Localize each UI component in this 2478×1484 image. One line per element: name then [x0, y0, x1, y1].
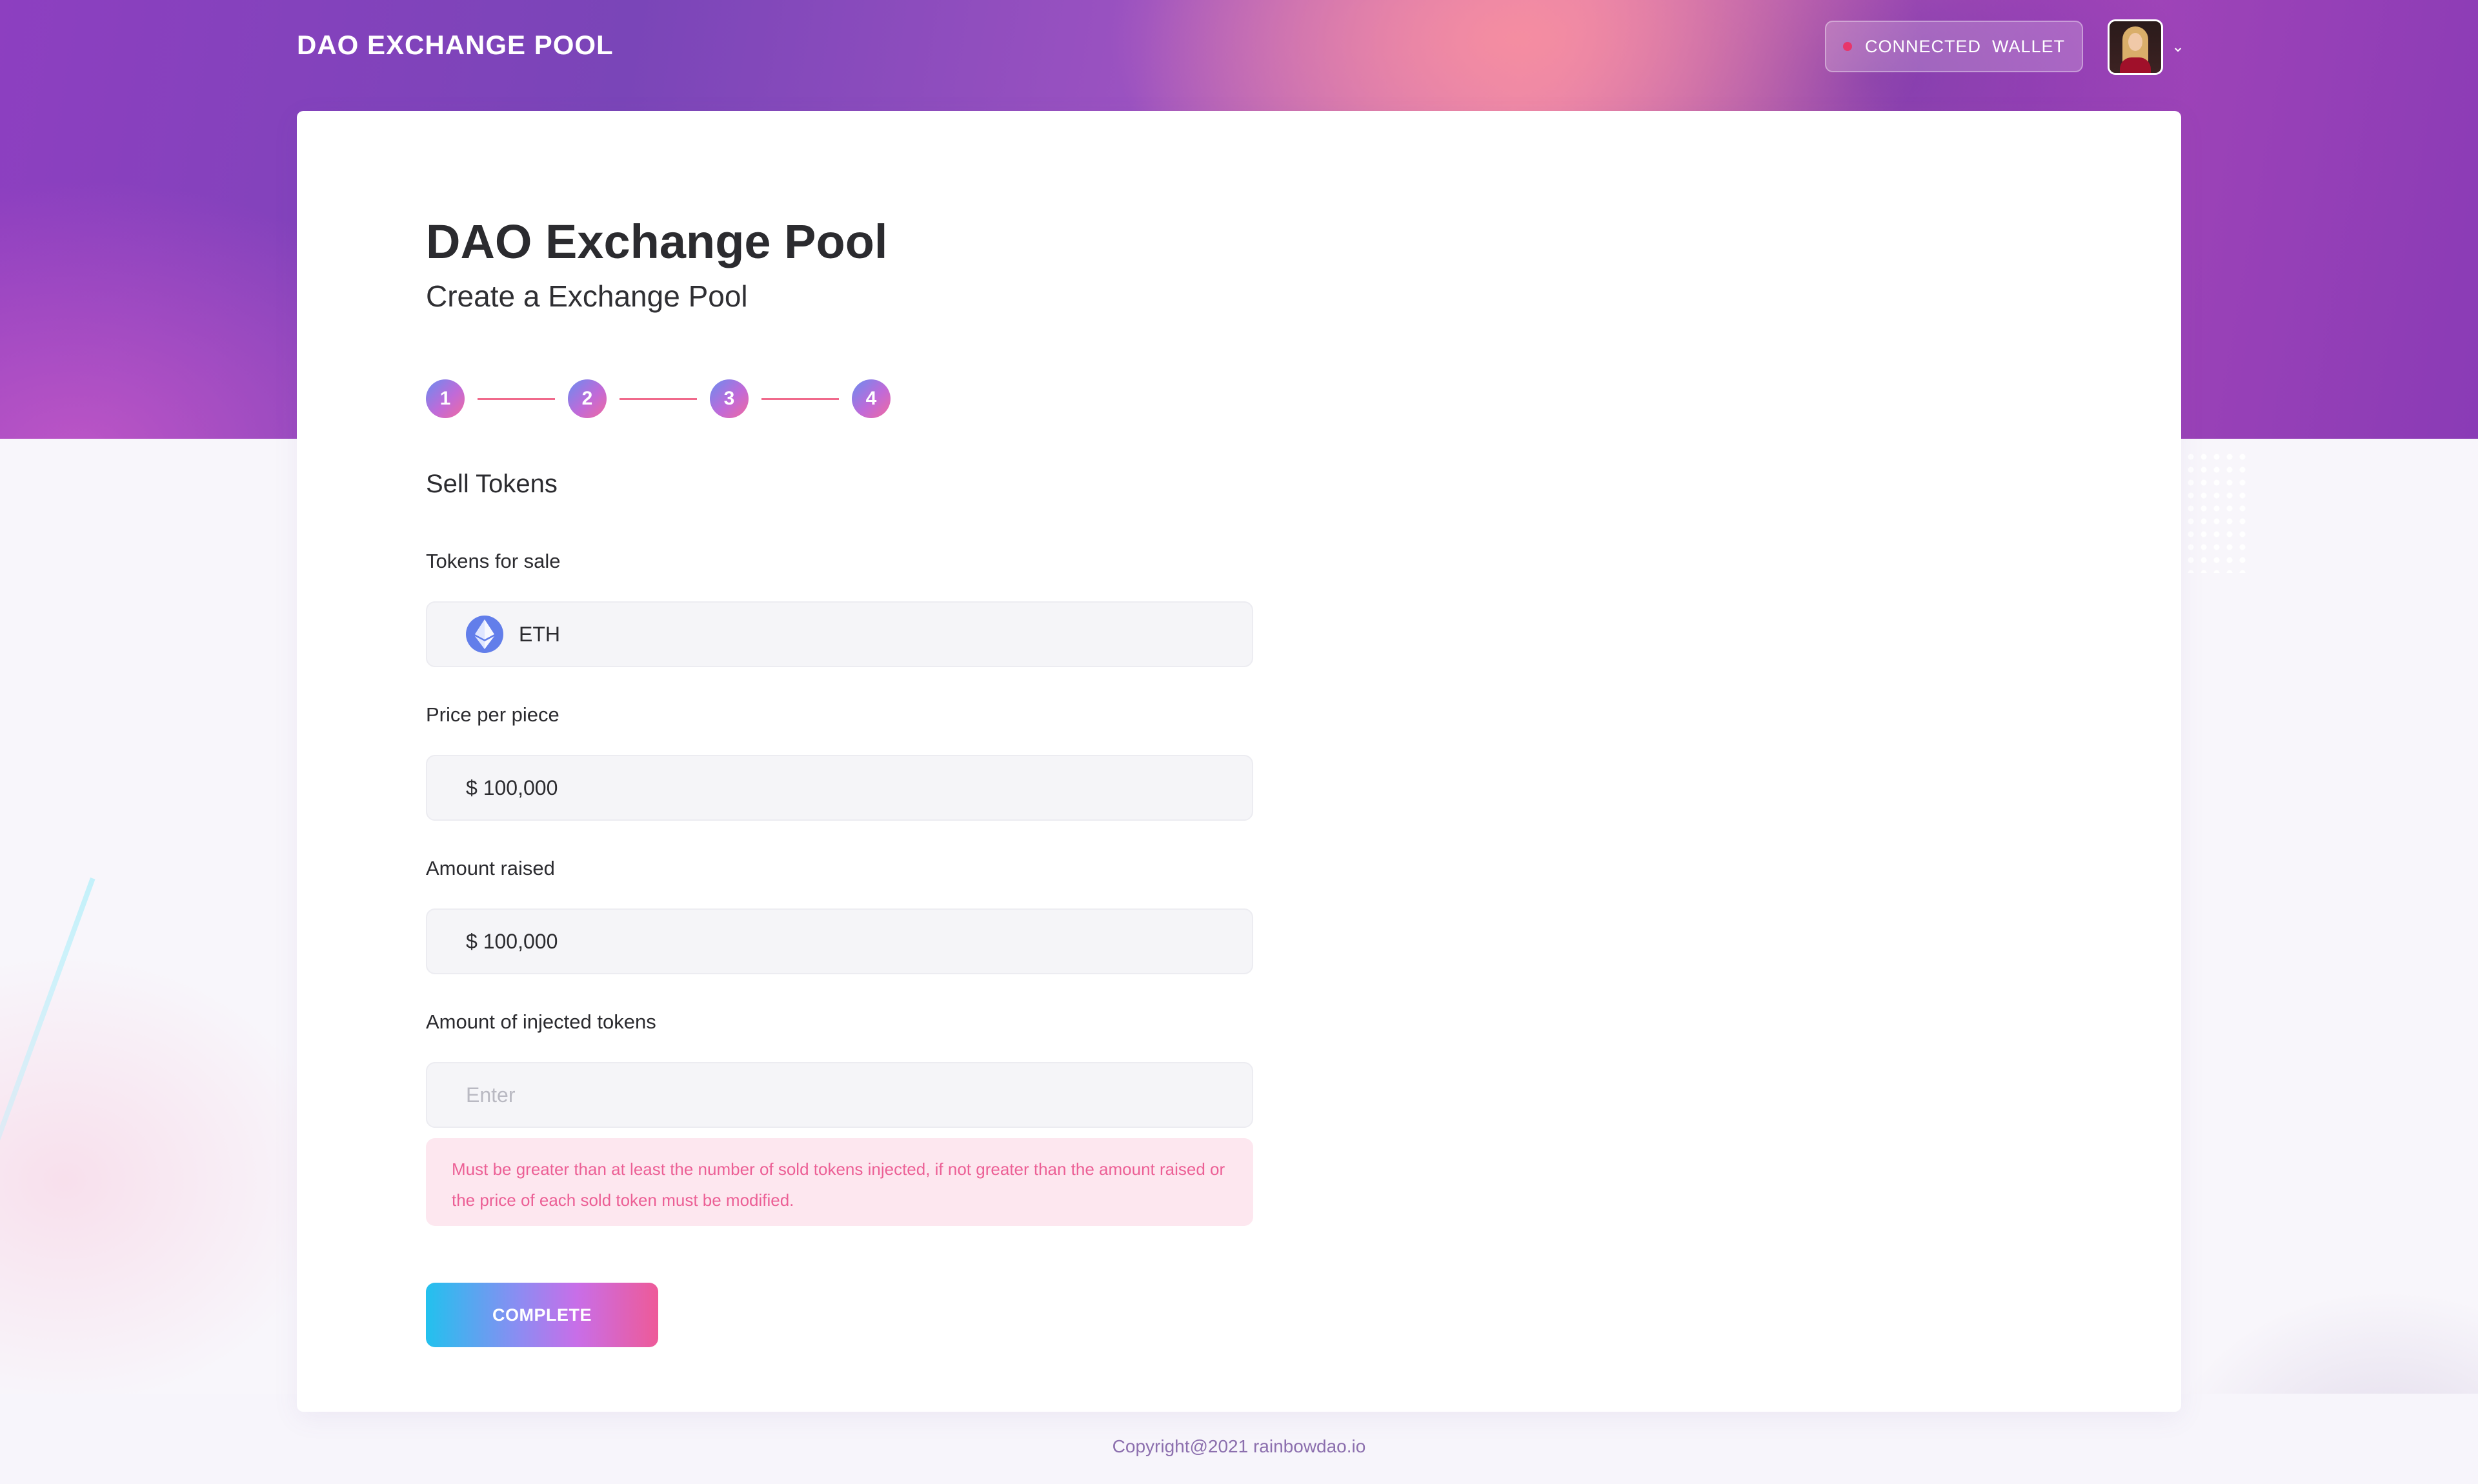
copyright-text[interactable]: Copyright@2021 rainbowdao.io	[0, 1436, 2478, 1457]
wallet-label: CONNECTED WALLET	[1864, 36, 2066, 56]
token-value: ETH	[519, 622, 560, 646]
injected-tokens-input[interactable]	[466, 1083, 1252, 1107]
step-connector	[620, 397, 697, 400]
amount-raised-label: Amount raised	[426, 857, 555, 879]
page: DAO EXCHANGE POOL CONNECTED WALLET ⌄ DAO…	[0, 0, 2478, 1484]
brand-logo[interactable]: DAO EXCHANGE POOL	[297, 30, 614, 61]
step-1[interactable]: 1	[426, 379, 465, 418]
create-pool-card: DAO Exchange Pool Create a Exchange Pool…	[297, 111, 2181, 1412]
stepper: 1 2 3 4	[426, 379, 891, 418]
tokens-for-sale-label: Tokens for sale	[426, 550, 561, 572]
page-title: DAO Exchange Pool	[426, 215, 888, 268]
ethereum-icon	[466, 616, 503, 653]
tokens-for-sale-select[interactable]: ETH	[426, 601, 1253, 667]
price-per-piece-label: Price per piece	[426, 703, 559, 726]
page-subtitle: Create a Exchange Pool	[426, 279, 748, 313]
validation-warning: Must be greater than at least the number…	[426, 1138, 1253, 1226]
step-4[interactable]: 4	[852, 379, 891, 418]
connected-wallet-button[interactable]: CONNECTED WALLET	[1825, 21, 2083, 72]
user-avatar[interactable]	[2108, 19, 2163, 75]
decorative-dots	[2184, 450, 2249, 573]
step-connector	[761, 397, 839, 400]
price-per-piece-field[interactable]: $ 100,000	[426, 755, 1253, 821]
status-dot-icon	[1842, 42, 1852, 51]
step-connector	[478, 397, 555, 400]
chevron-down-icon[interactable]: ⌄	[2171, 37, 2184, 56]
step-3[interactable]: 3	[710, 379, 749, 418]
section-title: Sell Tokens	[426, 470, 558, 498]
injected-tokens-label: Amount of injected tokens	[426, 1010, 656, 1033]
amount-raised-value: $ 100,000	[466, 929, 558, 953]
amount-raised-field[interactable]: $ 100,000	[426, 908, 1253, 974]
injected-tokens-wrapper	[426, 1062, 1253, 1128]
complete-button[interactable]: COMPLETE	[426, 1283, 658, 1347]
price-per-piece-value: $ 100,000	[466, 776, 558, 799]
step-2[interactable]: 2	[568, 379, 607, 418]
